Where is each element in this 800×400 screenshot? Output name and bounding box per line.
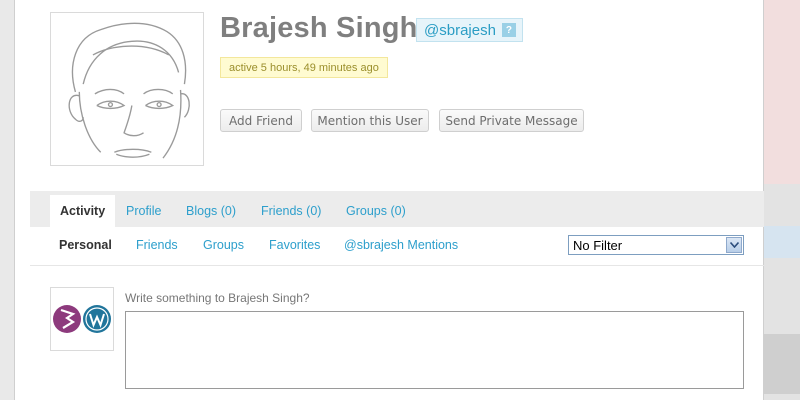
activity-filter-select[interactable]: No Filter (568, 235, 744, 255)
add-friend-button[interactable]: Add Friend (220, 109, 302, 132)
tab-activity[interactable]: Activity (50, 195, 116, 227)
tab-profile[interactable]: Profile (116, 195, 171, 227)
profile-page: Brajesh Singh @sbrajesh ? active 5 hours… (14, 0, 764, 400)
subnav-mentions[interactable]: @sbrajesh Mentions (344, 238, 458, 252)
subnav-groups[interactable]: Groups (203, 238, 244, 252)
tab-blogs[interactable]: Blogs (0) (176, 195, 246, 227)
subnav-favorites[interactable]: Favorites (269, 238, 320, 252)
user-sketch-avatar (68, 22, 190, 159)
user-handle: @sbrajesh (424, 21, 496, 39)
chevron-down-icon[interactable] (726, 237, 742, 253)
whats-new-label: Write something to Brajesh Singh? (125, 291, 310, 305)
avatar[interactable] (50, 12, 204, 166)
send-private-message-button[interactable]: Send Private Message (439, 109, 584, 132)
background-left (0, 0, 14, 400)
mention-user-button[interactable]: Mention this User (311, 109, 429, 132)
tab-friends[interactable]: Friends (0) (251, 195, 331, 227)
user-handle-badge: @sbrajesh ? (416, 18, 523, 42)
divider (30, 265, 764, 266)
whats-new-textarea[interactable] (125, 311, 744, 389)
profile-tabs: Activity Profile Blogs (0) Friends (0) G… (30, 191, 764, 227)
tab-groups[interactable]: Groups (0) (336, 195, 416, 227)
user-name: Brajesh Singh (220, 12, 418, 44)
last-active-badge: active 5 hours, 49 minutes ago (220, 57, 388, 78)
poster-avatar (50, 287, 114, 351)
help-icon[interactable]: ? (501, 23, 516, 37)
subnav-personal[interactable]: Personal (59, 238, 112, 252)
subnav-friends[interactable]: Friends (136, 238, 178, 252)
filter-selected-value: No Filter (573, 237, 623, 253)
background-right (764, 0, 800, 400)
buddypress-wordpress-icon (53, 305, 111, 333)
